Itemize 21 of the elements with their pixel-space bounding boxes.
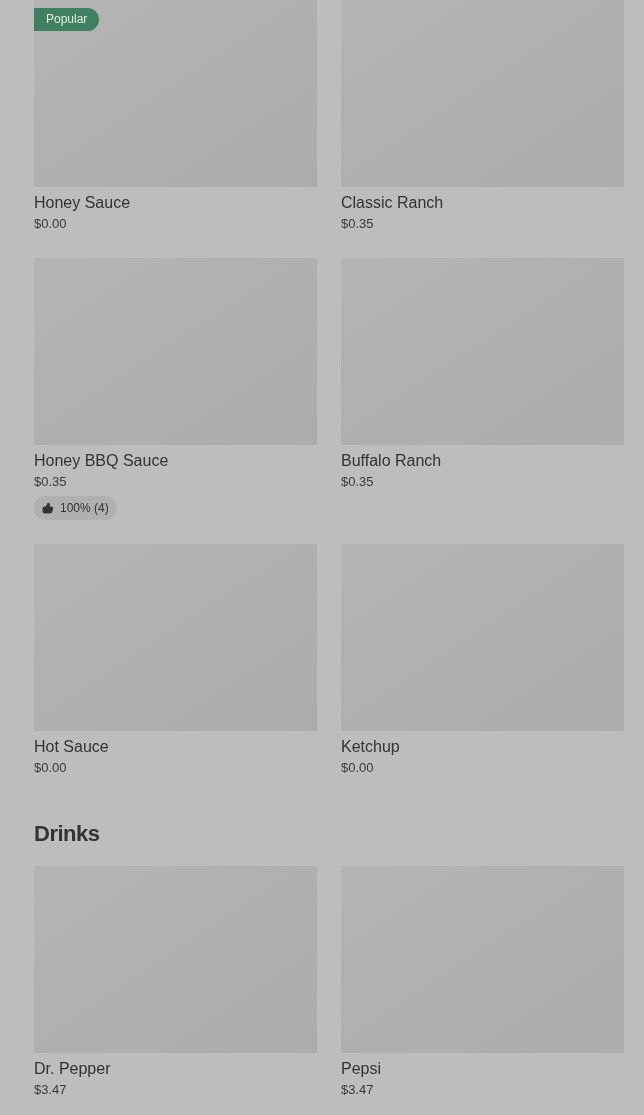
item-price: $3.47 <box>34 1081 67 1099</box>
item-price: $0.00 <box>34 759 67 777</box>
item-image[interactable]: Popular <box>34 0 317 187</box>
item-price: $0.35 <box>341 473 374 491</box>
item-name[interactable]: Classic Ranch <box>341 192 444 214</box>
item-name[interactable]: Honey Sauce <box>34 192 131 214</box>
item-name[interactable]: Dr. Pepper <box>34 1058 111 1080</box>
thumbs-up-icon <box>42 502 54 514</box>
item-price: $0.00 <box>34 215 67 233</box>
item-price: $0.00 <box>341 759 374 777</box>
item-name[interactable]: Buffalo Ranch <box>341 450 442 472</box>
item-price: $0.35 <box>34 473 67 491</box>
item-name[interactable]: Hot Sauce <box>34 736 109 758</box>
item-name[interactable]: Pepsi <box>341 1058 382 1080</box>
item-price: $0.35 <box>341 215 374 233</box>
item-price: $3.47 <box>341 1081 374 1099</box>
item-name[interactable]: Ketchup <box>341 736 400 758</box>
rating-text: 100% (4) <box>60 500 109 517</box>
popular-badge: Popular <box>34 8 100 31</box>
item-name[interactable]: Honey BBQ Sauce <box>34 450 169 472</box>
section-heading: Drinks <box>34 820 101 848</box>
